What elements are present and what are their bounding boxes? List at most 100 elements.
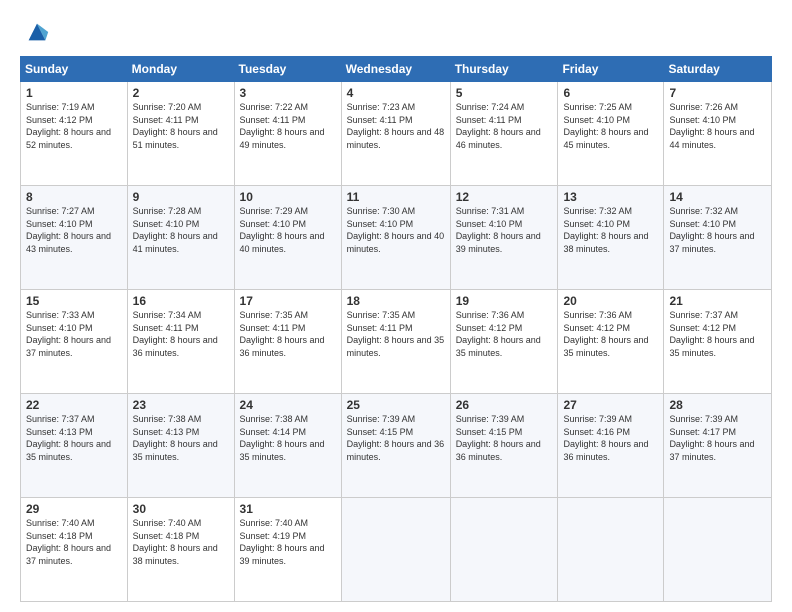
calendar-cell: 31 Sunrise: 7:40 AMSunset: 4:19 PMDaylig… <box>234 498 341 602</box>
day-number: 11 <box>347 190 445 204</box>
calendar-cell <box>558 498 664 602</box>
day-info: Sunrise: 7:26 AMSunset: 4:10 PMDaylight:… <box>669 102 754 150</box>
calendar-week-row: 22 Sunrise: 7:37 AMSunset: 4:13 PMDaylig… <box>21 394 772 498</box>
calendar-cell: 5 Sunrise: 7:24 AMSunset: 4:11 PMDayligh… <box>450 82 558 186</box>
day-info: Sunrise: 7:31 AMSunset: 4:10 PMDaylight:… <box>456 206 541 254</box>
calendar-cell: 22 Sunrise: 7:37 AMSunset: 4:13 PMDaylig… <box>21 394 128 498</box>
day-number: 15 <box>26 294 122 308</box>
calendar-cell <box>341 498 450 602</box>
weekday-header-row: SundayMondayTuesdayWednesdayThursdayFrid… <box>21 57 772 82</box>
calendar-week-row: 1 Sunrise: 7:19 AMSunset: 4:12 PMDayligh… <box>21 82 772 186</box>
day-info: Sunrise: 7:39 AMSunset: 4:15 PMDaylight:… <box>456 414 541 462</box>
day-info: Sunrise: 7:32 AMSunset: 4:10 PMDaylight:… <box>669 206 754 254</box>
calendar-week-row: 15 Sunrise: 7:33 AMSunset: 4:10 PMDaylig… <box>21 290 772 394</box>
calendar-cell: 8 Sunrise: 7:27 AMSunset: 4:10 PMDayligh… <box>21 186 128 290</box>
day-number: 5 <box>456 86 553 100</box>
calendar-cell: 15 Sunrise: 7:33 AMSunset: 4:10 PMDaylig… <box>21 290 128 394</box>
header <box>20 18 772 46</box>
calendar-cell: 16 Sunrise: 7:34 AMSunset: 4:11 PMDaylig… <box>127 290 234 394</box>
day-info: Sunrise: 7:40 AMSunset: 4:18 PMDaylight:… <box>133 518 218 566</box>
day-info: Sunrise: 7:33 AMSunset: 4:10 PMDaylight:… <box>26 310 111 358</box>
calendar-cell <box>664 498 772 602</box>
day-number: 20 <box>563 294 658 308</box>
calendar-week-row: 29 Sunrise: 7:40 AMSunset: 4:18 PMDaylig… <box>21 498 772 602</box>
day-number: 12 <box>456 190 553 204</box>
weekday-header-monday: Monday <box>127 57 234 82</box>
calendar-cell: 13 Sunrise: 7:32 AMSunset: 4:10 PMDaylig… <box>558 186 664 290</box>
calendar-cell: 30 Sunrise: 7:40 AMSunset: 4:18 PMDaylig… <box>127 498 234 602</box>
day-info: Sunrise: 7:39 AMSunset: 4:15 PMDaylight:… <box>347 414 445 462</box>
calendar-cell: 27 Sunrise: 7:39 AMSunset: 4:16 PMDaylig… <box>558 394 664 498</box>
weekday-header-thursday: Thursday <box>450 57 558 82</box>
weekday-header-tuesday: Tuesday <box>234 57 341 82</box>
calendar-cell: 2 Sunrise: 7:20 AMSunset: 4:11 PMDayligh… <box>127 82 234 186</box>
weekday-header-wednesday: Wednesday <box>341 57 450 82</box>
calendar-cell: 14 Sunrise: 7:32 AMSunset: 4:10 PMDaylig… <box>664 186 772 290</box>
day-number: 22 <box>26 398 122 412</box>
day-info: Sunrise: 7:19 AMSunset: 4:12 PMDaylight:… <box>26 102 111 150</box>
calendar-cell: 12 Sunrise: 7:31 AMSunset: 4:10 PMDaylig… <box>450 186 558 290</box>
calendar-cell: 25 Sunrise: 7:39 AMSunset: 4:15 PMDaylig… <box>341 394 450 498</box>
day-info: Sunrise: 7:28 AMSunset: 4:10 PMDaylight:… <box>133 206 218 254</box>
day-number: 17 <box>240 294 336 308</box>
calendar-cell: 28 Sunrise: 7:39 AMSunset: 4:17 PMDaylig… <box>664 394 772 498</box>
calendar-table: SundayMondayTuesdayWednesdayThursdayFrid… <box>20 56 772 602</box>
calendar-cell: 24 Sunrise: 7:38 AMSunset: 4:14 PMDaylig… <box>234 394 341 498</box>
day-info: Sunrise: 7:36 AMSunset: 4:12 PMDaylight:… <box>456 310 541 358</box>
day-info: Sunrise: 7:32 AMSunset: 4:10 PMDaylight:… <box>563 206 648 254</box>
calendar-cell: 21 Sunrise: 7:37 AMSunset: 4:12 PMDaylig… <box>664 290 772 394</box>
day-number: 3 <box>240 86 336 100</box>
day-info: Sunrise: 7:36 AMSunset: 4:12 PMDaylight:… <box>563 310 648 358</box>
day-info: Sunrise: 7:37 AMSunset: 4:13 PMDaylight:… <box>26 414 111 462</box>
day-number: 8 <box>26 190 122 204</box>
day-number: 31 <box>240 502 336 516</box>
day-info: Sunrise: 7:40 AMSunset: 4:18 PMDaylight:… <box>26 518 111 566</box>
day-info: Sunrise: 7:25 AMSunset: 4:10 PMDaylight:… <box>563 102 648 150</box>
day-number: 24 <box>240 398 336 412</box>
day-number: 19 <box>456 294 553 308</box>
day-number: 16 <box>133 294 229 308</box>
calendar-cell: 4 Sunrise: 7:23 AMSunset: 4:11 PMDayligh… <box>341 82 450 186</box>
day-number: 9 <box>133 190 229 204</box>
day-number: 2 <box>133 86 229 100</box>
calendar-cell <box>450 498 558 602</box>
day-info: Sunrise: 7:30 AMSunset: 4:10 PMDaylight:… <box>347 206 445 254</box>
day-number: 1 <box>26 86 122 100</box>
day-number: 21 <box>669 294 766 308</box>
day-info: Sunrise: 7:35 AMSunset: 4:11 PMDaylight:… <box>240 310 325 358</box>
day-number: 29 <box>26 502 122 516</box>
day-info: Sunrise: 7:34 AMSunset: 4:11 PMDaylight:… <box>133 310 218 358</box>
calendar-cell: 29 Sunrise: 7:40 AMSunset: 4:18 PMDaylig… <box>21 498 128 602</box>
calendar-cell: 11 Sunrise: 7:30 AMSunset: 4:10 PMDaylig… <box>341 186 450 290</box>
calendar-cell: 6 Sunrise: 7:25 AMSunset: 4:10 PMDayligh… <box>558 82 664 186</box>
day-info: Sunrise: 7:38 AMSunset: 4:13 PMDaylight:… <box>133 414 218 462</box>
calendar-cell: 1 Sunrise: 7:19 AMSunset: 4:12 PMDayligh… <box>21 82 128 186</box>
calendar-cell: 7 Sunrise: 7:26 AMSunset: 4:10 PMDayligh… <box>664 82 772 186</box>
day-number: 14 <box>669 190 766 204</box>
day-number: 26 <box>456 398 553 412</box>
day-number: 18 <box>347 294 445 308</box>
day-number: 28 <box>669 398 766 412</box>
day-info: Sunrise: 7:22 AMSunset: 4:11 PMDaylight:… <box>240 102 325 150</box>
day-number: 23 <box>133 398 229 412</box>
calendar-cell: 19 Sunrise: 7:36 AMSunset: 4:12 PMDaylig… <box>450 290 558 394</box>
day-number: 30 <box>133 502 229 516</box>
day-info: Sunrise: 7:39 AMSunset: 4:17 PMDaylight:… <box>669 414 754 462</box>
day-info: Sunrise: 7:29 AMSunset: 4:10 PMDaylight:… <box>240 206 325 254</box>
weekday-header-saturday: Saturday <box>664 57 772 82</box>
day-info: Sunrise: 7:27 AMSunset: 4:10 PMDaylight:… <box>26 206 111 254</box>
day-info: Sunrise: 7:20 AMSunset: 4:11 PMDaylight:… <box>133 102 218 150</box>
day-info: Sunrise: 7:40 AMSunset: 4:19 PMDaylight:… <box>240 518 325 566</box>
day-number: 10 <box>240 190 336 204</box>
day-number: 27 <box>563 398 658 412</box>
calendar-cell: 3 Sunrise: 7:22 AMSunset: 4:11 PMDayligh… <box>234 82 341 186</box>
day-info: Sunrise: 7:23 AMSunset: 4:11 PMDaylight:… <box>347 102 445 150</box>
calendar-cell: 9 Sunrise: 7:28 AMSunset: 4:10 PMDayligh… <box>127 186 234 290</box>
calendar-cell: 10 Sunrise: 7:29 AMSunset: 4:10 PMDaylig… <box>234 186 341 290</box>
calendar-cell: 26 Sunrise: 7:39 AMSunset: 4:15 PMDaylig… <box>450 394 558 498</box>
day-number: 7 <box>669 86 766 100</box>
day-number: 13 <box>563 190 658 204</box>
day-info: Sunrise: 7:24 AMSunset: 4:11 PMDaylight:… <box>456 102 541 150</box>
logo-icon <box>23 18 51 46</box>
day-info: Sunrise: 7:38 AMSunset: 4:14 PMDaylight:… <box>240 414 325 462</box>
